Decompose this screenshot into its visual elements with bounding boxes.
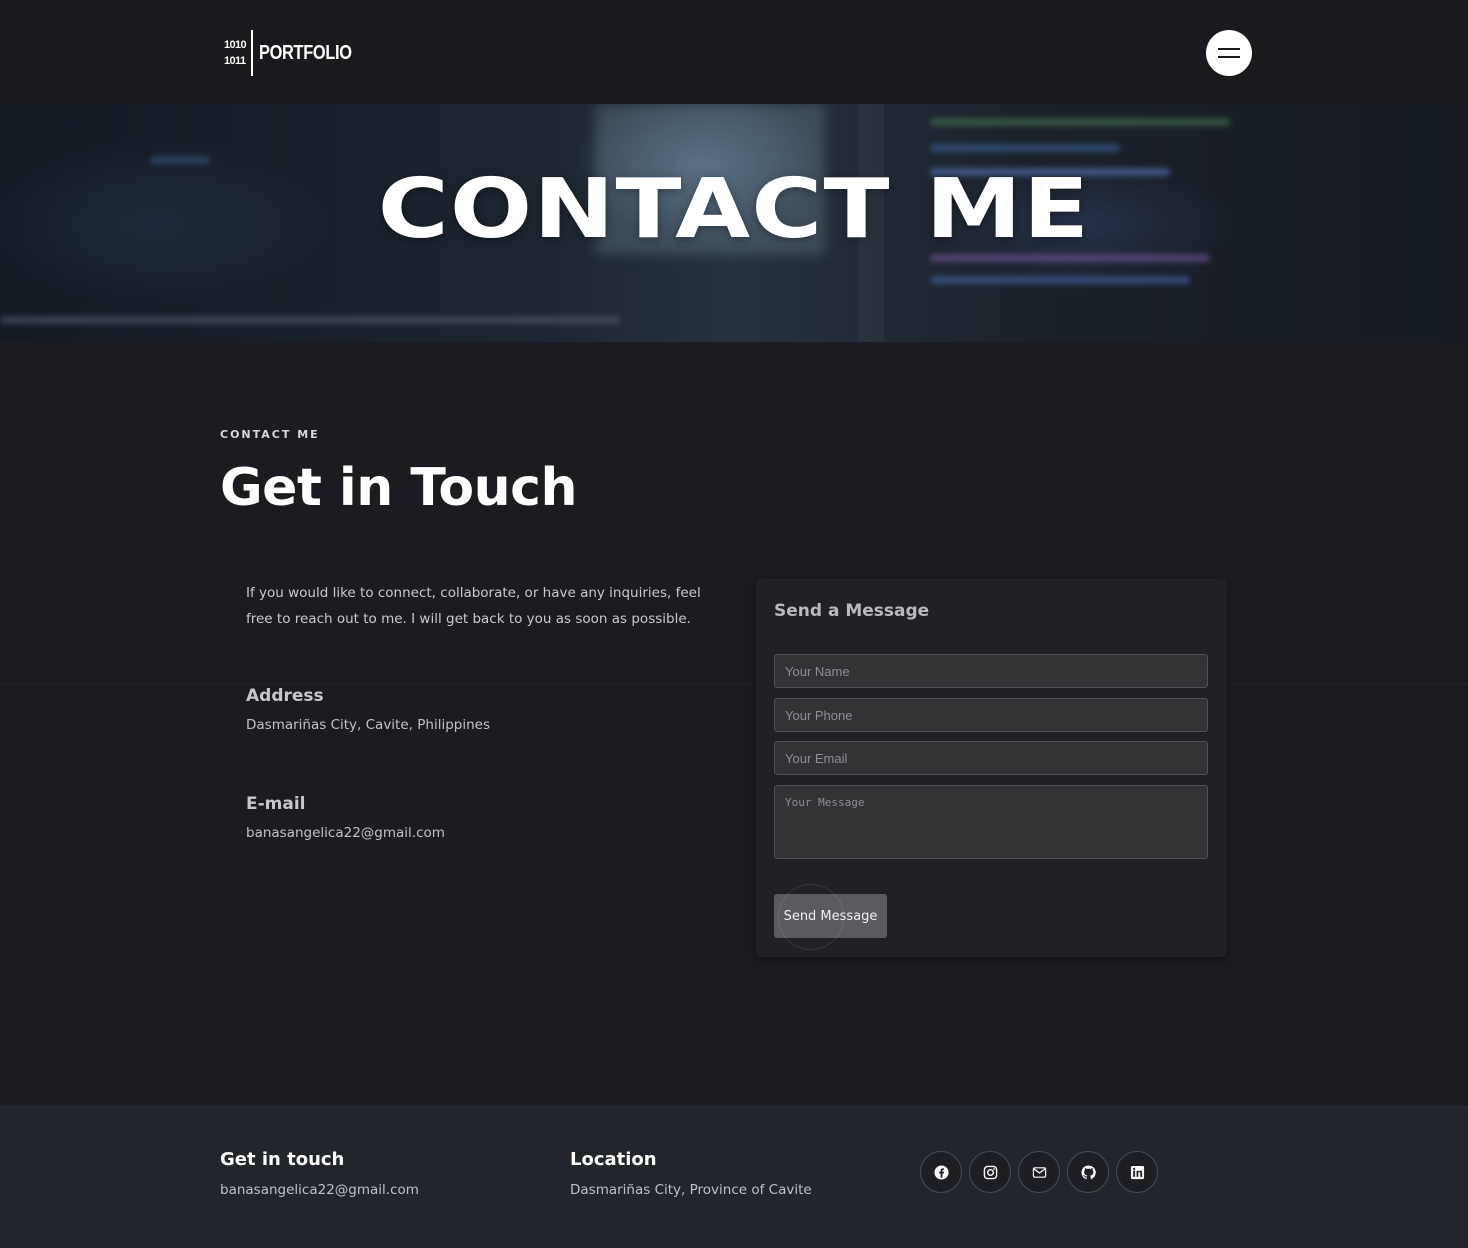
logo-bits-top: 1010	[224, 39, 247, 51]
contact-form: Send a Message Send Message	[756, 579, 1227, 957]
phone-input[interactable]	[774, 698, 1208, 732]
mail-icon	[1032, 1166, 1046, 1178]
instagram-link[interactable]	[969, 1151, 1011, 1193]
logo-binary: 1010 1011	[224, 37, 251, 69]
section-eyebrow: CONTACT ME	[220, 428, 320, 441]
logo-bits-bottom: 1011	[224, 55, 246, 67]
instagram-icon	[983, 1165, 997, 1179]
form-title: Send a Message	[774, 601, 930, 621]
hamburger-menu-button[interactable]	[1206, 30, 1252, 76]
message-textarea[interactable]	[774, 785, 1208, 859]
hero-background-code	[0, 316, 620, 324]
email-text[interactable]: banasangelica22@gmail.com	[246, 825, 445, 841]
address-heading: Address	[246, 686, 324, 706]
contact-intro-text: If you would like to connect, collaborat…	[246, 585, 701, 627]
logo-divider	[251, 30, 254, 76]
site-footer: Get in touch banasangelica22@gmail.com L…	[0, 1105, 1468, 1248]
hero-banner: CONTACT ME	[0, 104, 1468, 342]
facebook-icon	[933, 1164, 949, 1180]
email-link[interactable]	[1018, 1151, 1060, 1193]
footer-touch-heading: Get in touch	[220, 1149, 345, 1170]
section-title: Get in Touch	[220, 458, 578, 518]
hamburger-icon-line-top	[1218, 48, 1240, 50]
facebook-link[interactable]	[920, 1151, 962, 1193]
github-link[interactable]	[1067, 1151, 1109, 1193]
hero-background-code	[930, 118, 1230, 126]
hero-title: CONTACT ME	[377, 162, 1091, 257]
hero-background-code	[930, 276, 1190, 284]
footer-location-heading: Location	[570, 1149, 657, 1170]
name-input[interactable]	[774, 654, 1208, 688]
linkedin-icon	[1130, 1165, 1144, 1179]
linkedin-link[interactable]	[1116, 1151, 1158, 1193]
site-logo[interactable]: 1010 1011 PORTFOLIO	[224, 30, 372, 76]
footer-location-text: Dasmariñas City, Province of Cavite	[570, 1182, 812, 1198]
github-icon	[1080, 1164, 1096, 1179]
social-links	[920, 1151, 1158, 1193]
hamburger-icon-line-bottom	[1218, 56, 1240, 58]
send-message-button[interactable]: Send Message	[774, 884, 887, 950]
section-divider	[0, 684, 1468, 685]
hero-background-code	[930, 144, 1120, 152]
logo-wordmark: PORTFOLIO	[259, 41, 352, 64]
footer-touch-email[interactable]: banasangelica22@gmail.com	[220, 1182, 419, 1198]
email-heading: E-mail	[246, 794, 306, 814]
address-text: Dasmariñas City, Cavite, Philippines	[246, 717, 490, 733]
site-header: 1010 1011 PORTFOLIO	[0, 0, 1468, 104]
email-input[interactable]	[774, 741, 1208, 775]
